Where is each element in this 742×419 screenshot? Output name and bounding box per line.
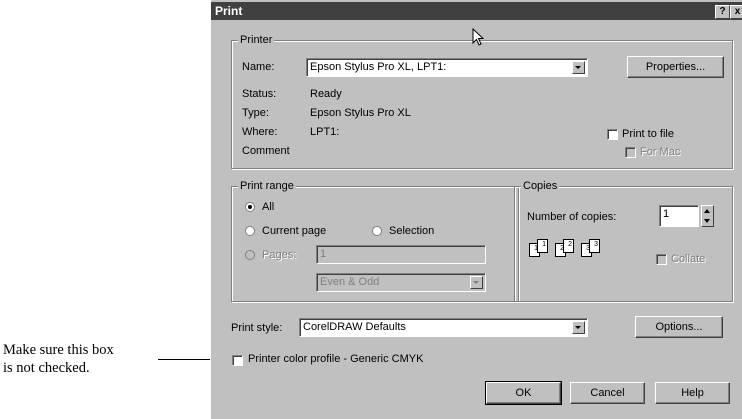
print-style-label: Print style: — [231, 322, 283, 334]
copies-group: Copies Number of copies: 1 1 1 2 2 3 3 C… — [514, 180, 733, 302]
current-page-radio[interactable] — [245, 226, 255, 236]
copies-legend: Copies — [521, 180, 560, 192]
print-to-file-label: Print to file — [622, 128, 674, 140]
title-bar: Print ? x — [211, 2, 742, 20]
page-icon: 3 — [589, 239, 600, 253]
collate-checkbox[interactable] — [656, 254, 667, 265]
pages-radio[interactable] — [245, 250, 255, 260]
print-dialog: Print ? x Printer Name: Epson Stylus Pro… — [210, 0, 742, 419]
print-style-select[interactable]: CorelDRAW Defaults — [299, 318, 588, 337]
ok-button[interactable]: OK — [485, 381, 562, 405]
all-label: All — [262, 201, 275, 213]
copies-spinner[interactable] — [701, 205, 714, 227]
print-range-group: Print range All Current page Selection P… — [231, 180, 519, 302]
type-value: Epson Stylus Pro XL — [310, 107, 411, 119]
print-to-file-checkbox[interactable] — [607, 129, 618, 140]
all-radio[interactable] — [245, 202, 255, 212]
mouse-cursor-icon — [472, 28, 484, 46]
annotation-text: Make sure this box is not checked. — [3, 341, 163, 377]
close-button[interactable]: x — [730, 5, 742, 19]
chevron-down-icon[interactable] — [470, 276, 483, 289]
selection-label: Selection — [389, 225, 435, 237]
selection-radio[interactable] — [372, 226, 382, 236]
dialog-title: Print — [215, 4, 243, 18]
color-profile-checkbox[interactable] — [232, 355, 243, 366]
even-odd-select[interactable]: Even & Odd — [316, 273, 486, 292]
name-label: Name: — [242, 61, 275, 73]
current-page-label: Current page — [262, 225, 327, 237]
chevron-down-icon[interactable] — [572, 61, 585, 74]
copies-input[interactable]: 1 — [659, 205, 699, 227]
printer-name-select[interactable]: Epson Stylus Pro XL, LPT1: — [306, 58, 588, 77]
chevron-down-icon[interactable] — [572, 321, 585, 334]
comment-label: Comment — [242, 145, 290, 157]
print-range-legend: Print range — [238, 180, 296, 192]
options-button[interactable]: Options... — [635, 316, 723, 338]
cancel-button[interactable]: Cancel — [570, 382, 645, 404]
for-mac-label: For Mac — [640, 146, 681, 158]
color-profile-label: Printer color profile - Generic CMYK — [248, 353, 424, 365]
collate-label: Collate — [671, 253, 706, 265]
where-value: LPT1: — [310, 126, 340, 138]
number-of-copies-label: Number of copies: — [527, 211, 617, 223]
even-odd-value: Even & Odd — [320, 276, 380, 288]
pages-label: Pages: — [262, 249, 297, 261]
printer-group: Printer Name: Epson Stylus Pro XL, LPT1:… — [231, 34, 733, 169]
page-icon: 1 — [537, 239, 548, 253]
help-title-button[interactable]: ? — [715, 5, 730, 19]
type-label: Type: — [242, 107, 269, 119]
printer-name-value: Epson Stylus Pro XL, LPT1: — [310, 61, 447, 73]
annotation-line-2: is not checked. — [3, 360, 90, 376]
status-label: Status: — [242, 88, 277, 100]
where-label: Where: — [242, 126, 278, 138]
pages-input[interactable]: 1 — [316, 245, 486, 264]
printer-legend: Printer — [238, 34, 275, 46]
print-style-value: CorelDRAW Defaults — [303, 321, 406, 333]
page-icon: 2 — [563, 239, 574, 253]
help-button[interactable]: Help — [655, 382, 730, 404]
status-value: Ready — [310, 88, 342, 100]
annotation-line-1: Make sure this box — [3, 342, 114, 358]
properties-button[interactable]: Properties... — [627, 56, 724, 78]
for-mac-checkbox[interactable] — [625, 147, 636, 158]
